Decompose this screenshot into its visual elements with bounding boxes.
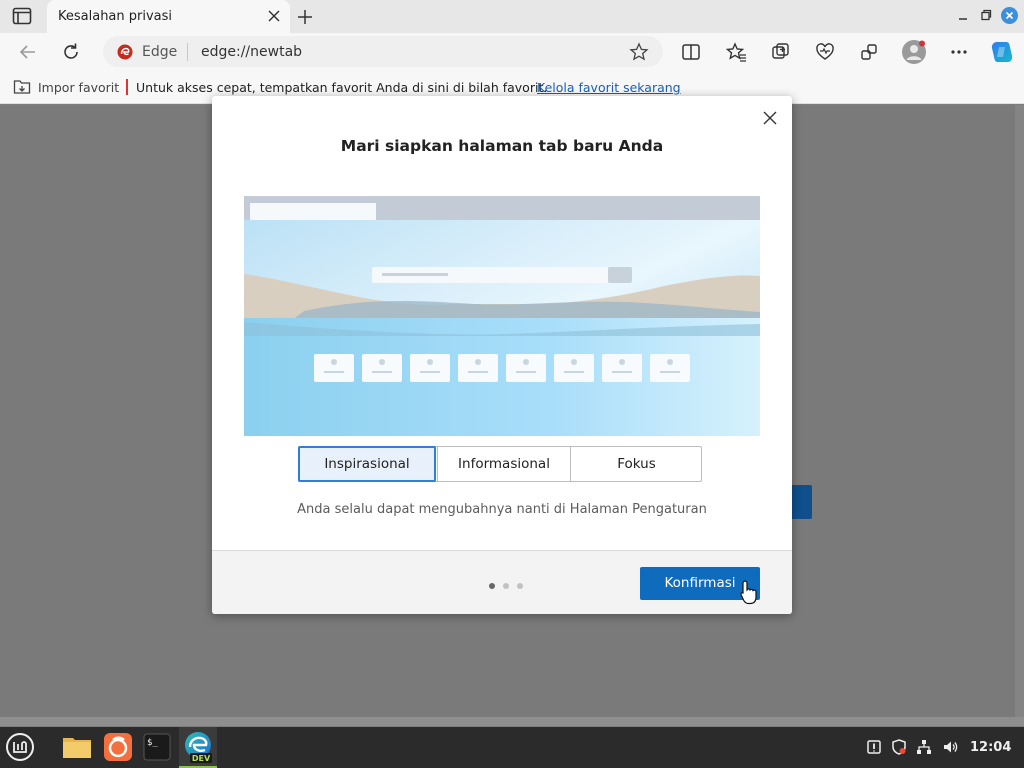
tab-title: Kesalahan privasi xyxy=(58,9,173,24)
taskbar: $_ DEV 12:04 xyxy=(0,727,1024,768)
maximize-icon[interactable] xyxy=(980,9,992,21)
minimize-icon[interactable] xyxy=(957,10,969,22)
warning-badge-icon xyxy=(117,44,133,60)
address-site-label: Edge xyxy=(142,44,178,60)
volume-icon[interactable] xyxy=(942,739,958,755)
hand-cursor-icon xyxy=(740,580,757,605)
back-icon[interactable] xyxy=(17,41,39,63)
new-tab-icon[interactable] xyxy=(295,7,315,27)
split-screen-icon[interactable] xyxy=(680,41,702,63)
layout-preview-image xyxy=(244,196,760,436)
extensions-icon[interactable] xyxy=(858,41,880,63)
favorites-icon[interactable] xyxy=(725,41,747,63)
window-close-button[interactable] xyxy=(1001,7,1018,24)
firefox-icon[interactable] xyxy=(102,731,134,763)
address-bar[interactable]: Edge edge://newtab xyxy=(103,36,663,67)
update-manager-icon[interactable] xyxy=(866,739,882,755)
network-icon[interactable] xyxy=(916,739,932,755)
step-indicator xyxy=(489,583,529,591)
tab-actions-icon[interactable] xyxy=(12,7,32,25)
shield-icon[interactable] xyxy=(891,739,907,755)
close-tab-icon[interactable] xyxy=(266,8,282,24)
copilot-icon[interactable] xyxy=(989,39,1015,65)
manage-favorites-link[interactable]: Kelola favorit sekarang xyxy=(537,80,681,95)
toolbar: Edge edge://newtab xyxy=(0,33,1024,71)
active-tab[interactable]: Kesalahan privasi xyxy=(47,0,290,33)
option-fokus[interactable]: Fokus xyxy=(570,447,702,481)
more-options-icon[interactable] xyxy=(948,41,970,63)
step-dot-1 xyxy=(489,583,495,589)
page-bottom-edge xyxy=(0,717,1024,726)
dialog-footer: Konfirmasi xyxy=(212,550,792,614)
close-icon[interactable] xyxy=(762,110,778,126)
import-favorites-icon[interactable] xyxy=(13,79,31,95)
page-scrollbar[interactable] xyxy=(1015,105,1024,717)
layout-option-group: Informasional Fokus Inspirasional xyxy=(298,446,702,482)
favorites-hint-text: Untuk akses cepat, tempatkan favorit And… xyxy=(136,80,548,95)
profile-avatar[interactable] xyxy=(902,40,926,64)
files-icon[interactable] xyxy=(61,731,93,763)
tab-bar: Kesalahan privasi xyxy=(0,0,1024,33)
address-divider xyxy=(187,43,188,61)
dialog-title: Mari siapkan halaman tab baru Anda xyxy=(340,137,664,155)
collections-icon[interactable] xyxy=(770,41,792,63)
add-favorite-icon[interactable] xyxy=(629,42,649,62)
terminal-icon[interactable]: $_ xyxy=(141,731,173,763)
edge-dev-taskbar-item[interactable]: DEV xyxy=(179,727,217,768)
menu-icon[interactable] xyxy=(4,731,36,763)
step-dot-3 xyxy=(517,583,523,589)
new-tab-setup-dialog: Mari siapkan halaman tab baru Anda Infor… xyxy=(212,96,792,614)
clock[interactable]: 12:04 xyxy=(970,740,1011,755)
edge-dev-icon: DEV xyxy=(185,732,212,763)
close-icon xyxy=(1005,11,1014,20)
svg-text:$_: $_ xyxy=(147,738,158,748)
profile-icon xyxy=(906,40,925,60)
step-dot-2 xyxy=(503,583,509,589)
edge-dev-badge: DEV xyxy=(192,754,211,763)
browser-essentials-icon[interactable] xyxy=(814,41,836,63)
settings-hint-text: Anda selalu dapat mengubahnya nanti di H… xyxy=(297,502,707,517)
refresh-icon[interactable] xyxy=(60,41,82,63)
option-inspirasional[interactable]: Inspirasional xyxy=(298,446,436,482)
favorites-divider xyxy=(126,79,128,95)
option-informasional[interactable]: Informasional xyxy=(437,447,570,481)
import-favorites-link[interactable]: Impor favorit xyxy=(38,80,119,95)
address-url[interactable]: edge://newtab xyxy=(201,44,302,60)
